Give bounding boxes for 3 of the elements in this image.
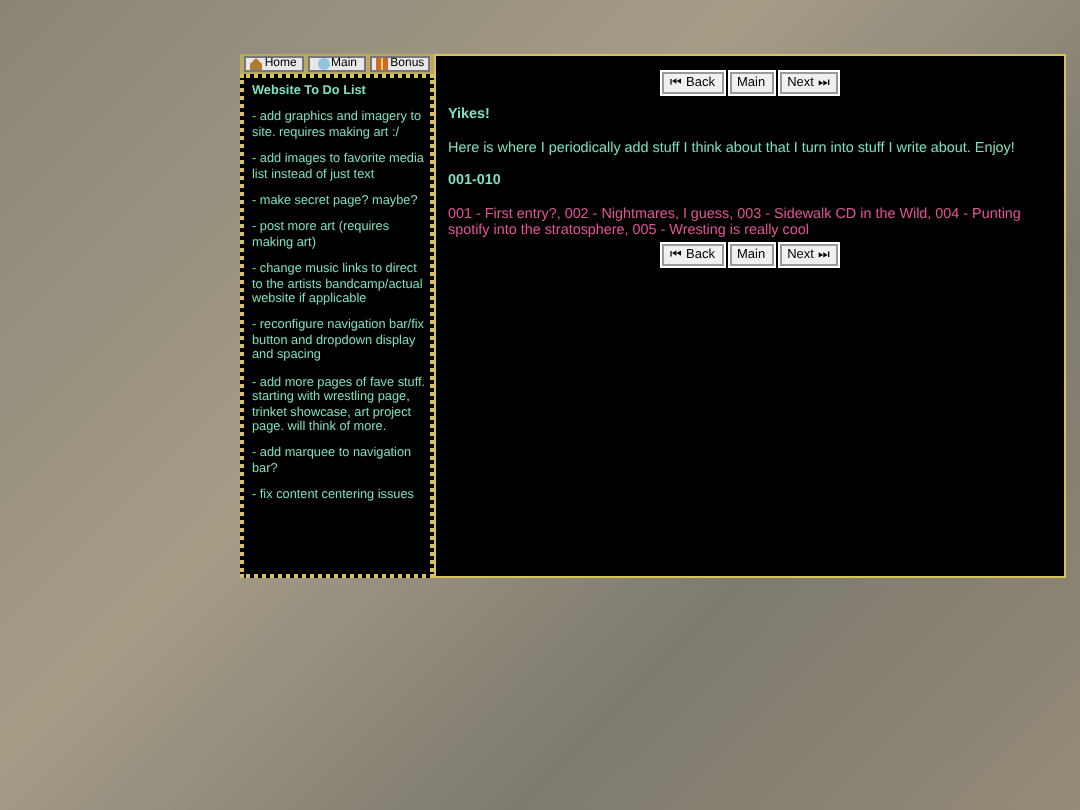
house-icon: [250, 58, 263, 70]
gift-icon: [376, 58, 389, 70]
globe-icon: [317, 58, 329, 70]
